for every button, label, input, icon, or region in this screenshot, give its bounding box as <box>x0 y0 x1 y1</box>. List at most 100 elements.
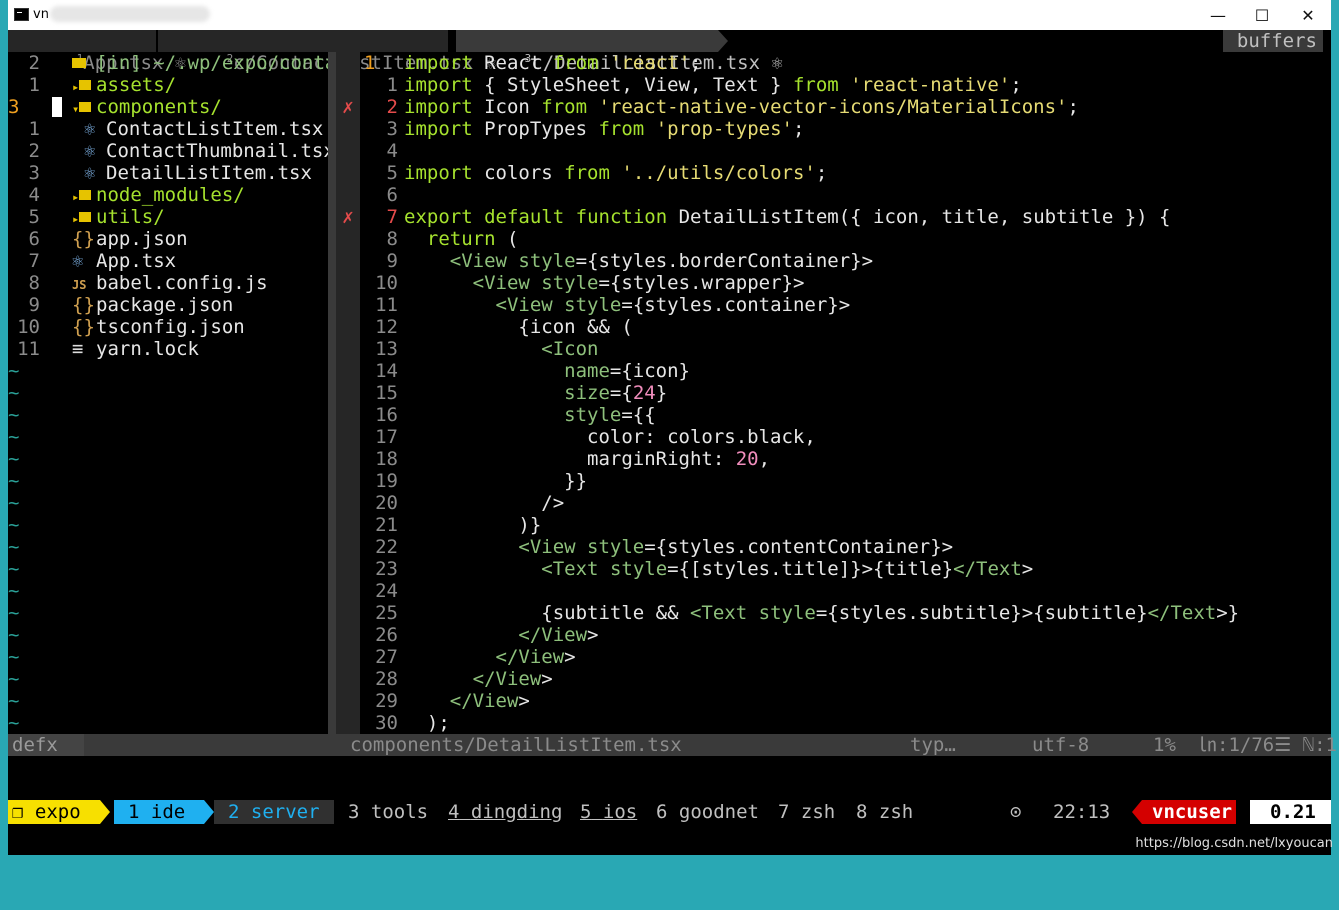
tree-row[interactable]: 2 ⚛ ContactThumbnail.tsx <box>8 140 335 162</box>
line-number: 15 <box>375 382 398 404</box>
window-3-name: tools <box>370 801 429 823</box>
code-line[interactable]: 9 <View style={styles.borderContainer}> <box>360 250 1331 272</box>
code-text: </View> <box>472 668 553 690</box>
tree-row[interactable]: 10 {} tsconfig.json <box>8 316 328 338</box>
code-line[interactable]: 29 </View> <box>360 690 1331 712</box>
tree-row[interactable]: 1 ⚛ ContactListItem.tsx <box>8 118 328 140</box>
code-line[interactable]: ✗ 2 import Icon from 'react-native-vector-… <box>342 96 1331 118</box>
tree-row[interactable]: 5 ▸ utils/ <box>8 206 328 228</box>
code-line[interactable]: 19 }} <box>360 470 1331 492</box>
empty-line-tilde: ~ <box>8 470 20 492</box>
line-number: 4 <box>386 140 398 162</box>
tree-row[interactable]: 11 ≡ yarn.lock <box>8 338 328 360</box>
tmux-window-2[interactable]: 2 server <box>214 800 334 824</box>
code-text: name={icon} <box>564 360 690 382</box>
code-line[interactable]: 1 import React from 'react'; <box>360 52 1331 74</box>
code-line[interactable]: 26 </View> <box>360 624 1331 646</box>
code-line[interactable]: 21 )} <box>360 514 1331 536</box>
code-line[interactable]: 13 <Icon <box>360 338 1331 360</box>
tree-line-number: 5 <box>28 206 40 228</box>
tab-2[interactable]: 2c/ContactListItem.tsx ⚛ <box>158 30 496 74</box>
code-text: <Text style={[styles.title]}>{title}</Te… <box>541 558 1034 580</box>
code-editor[interactable]: 1 import React from 'react'; 1 import { Sty… <box>342 52 1331 734</box>
folder-closed-icon: ▸ <box>72 206 94 230</box>
tmux-window-6[interactable]: 6 goodnet <box>656 800 759 824</box>
code-text: {subtitle && <Text style={styles.subtitl… <box>404 602 1240 624</box>
tree-item-label: app.json <box>96 228 188 250</box>
tmux-window-8[interactable]: 8 zsh <box>856 800 913 824</box>
tab-3[interactable]: 3c/DetailListItem.tsx ⚛ <box>456 30 783 74</box>
code-line[interactable]: 1 import { StyleSheet, View, Text } from … <box>360 74 1331 96</box>
empty-line-tilde: ~ <box>8 404 20 426</box>
tmux-window-3[interactable]: 3 tools <box>348 800 428 824</box>
buffers-label[interactable]: buffers <box>1222 30 1323 52</box>
tree-row[interactable]: 8 JS babel.config.js <box>8 272 328 294</box>
window-separator <box>204 800 214 824</box>
code-line[interactable]: ✗ 7 export default function DetailListItem… <box>342 206 1331 228</box>
tmux-window-5[interactable]: 5 ios <box>580 800 637 824</box>
error-icon[interactable]: ✗ <box>336 96 360 118</box>
react-icon: ⚛ <box>72 250 84 272</box>
tmux-window-7[interactable]: 7 zsh <box>778 800 835 824</box>
code-line[interactable]: 15 size={24} <box>360 382 1331 404</box>
tab-1[interactable]: 1App.tsx ⚛ <box>8 30 186 74</box>
tmux-window-1[interactable]: 1 ide <box>114 800 204 824</box>
code-line[interactable]: 5 import colors from '../utils/colors'; <box>360 162 1331 184</box>
code-line[interactable]: 11 <View style={styles.container}> <box>360 294 1331 316</box>
tree-row[interactable]: 4 ▸ node_modules/ <box>8 184 328 206</box>
vim-statusline: defx components/DetailListItem.tsx typ… … <box>8 734 1337 756</box>
statusline-filetype: typ… <box>910 734 956 756</box>
react-icon: ⚛ <box>84 118 96 140</box>
code-line[interactable]: 24 <box>360 580 1331 602</box>
error-icon[interactable]: ✗ <box>336 206 360 228</box>
tree-line-number: 10 <box>17 316 40 338</box>
window-3-number: 3 <box>348 801 360 823</box>
line-number: 9 <box>386 250 398 272</box>
tree-row[interactable]: 1 ▸ assets/ <box>8 74 328 96</box>
code-line[interactable]: 25 {subtitle && <Text style={styles.subt… <box>360 602 1331 624</box>
tree-line-number: 8 <box>28 272 40 294</box>
line-number: 18 <box>375 448 398 470</box>
code-line[interactable]: 22 <View style={styles.contentContainer}… <box>360 536 1331 558</box>
sign-column <box>336 52 360 734</box>
tree-line-number: 4 <box>28 184 40 206</box>
tree-row[interactable]: 9 {} package.json <box>8 294 328 316</box>
code-line[interactable]: 14 name={icon} <box>360 360 1331 382</box>
empty-line-tilde: ~ <box>8 624 20 646</box>
tab-separator <box>718 30 728 52</box>
code-line[interactable]: 4 <box>360 140 1331 162</box>
code-line[interactable]: 20 /> <box>360 492 1331 514</box>
code-line[interactable]: 18 marginRight: 20, <box>360 448 1331 470</box>
code-line[interactable]: 8 return ( <box>360 228 1331 250</box>
command-line[interactable] <box>8 756 1331 800</box>
code-line[interactable]: 30 ); <box>360 712 1331 734</box>
close-button[interactable]: ✕ <box>1285 0 1331 30</box>
split-divider[interactable] <box>328 52 336 734</box>
tmux-user: vncuser <box>1142 800 1236 824</box>
tree-row[interactable]: 2 [in] ~/.wp/expo/conta <box>8 52 337 74</box>
code-line[interactable]: 27 </View> <box>360 646 1331 668</box>
code-line[interactable]: 17 color: colors.black, <box>360 426 1331 448</box>
code-line[interactable]: 10 <View style={styles.wrapper}> <box>360 272 1331 294</box>
tree-item-label: DetailListItem.tsx <box>106 162 312 184</box>
tmux-session[interactable]: ❐ expo <box>8 800 100 824</box>
statusline-encoding: utf-8 <box>1032 734 1090 756</box>
line-number: 29 <box>375 690 398 712</box>
tmux-window-4[interactable]: 4 dingding <box>448 800 562 824</box>
code-line[interactable]: 28 </View> <box>360 668 1331 690</box>
maximize-button[interactable]: ☐ <box>1239 0 1285 30</box>
code-line[interactable]: 16 style={{ <box>360 404 1331 426</box>
line-number: 12 <box>375 316 398 338</box>
code-line[interactable]: 3 import PropTypes from 'prop-types'; <box>360 118 1331 140</box>
minimize-button[interactable]: — <box>1195 0 1241 30</box>
line-number: 25 <box>375 602 398 624</box>
tree-row[interactable]: 3 ▾ components/ <box>8 96 328 118</box>
folder-icon <box>72 52 89 74</box>
code-text: marginRight: 20, <box>404 448 771 470</box>
tree-row[interactable]: 7 ⚛ App.tsx <box>8 250 328 272</box>
code-line[interactable]: 6 <box>360 184 1331 206</box>
code-line[interactable]: 23 <Text style={[styles.title]}>{title}<… <box>360 558 1331 580</box>
code-line[interactable]: 12 {icon && ( <box>360 316 1331 338</box>
tree-row[interactable]: 6 {} app.json <box>8 228 328 250</box>
tree-row[interactable]: 3 ⚛ DetailListItem.tsx <box>8 162 328 184</box>
